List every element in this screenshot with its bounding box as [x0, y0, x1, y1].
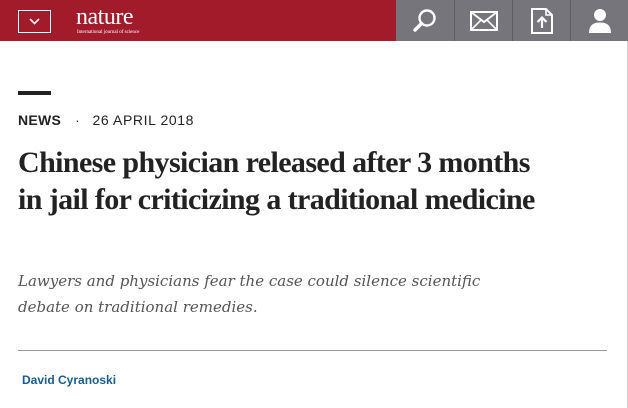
article-type-label: NEWS — [18, 112, 62, 128]
article-meta: NEWS · 26 APRIL 2018 — [18, 112, 194, 128]
email-button[interactable] — [454, 0, 512, 41]
mail-icon — [469, 10, 498, 31]
menu-toggle-button[interactable] — [18, 10, 51, 33]
meta-separator: · — [75, 112, 80, 128]
user-icon — [588, 8, 611, 33]
author-link[interactable]: David Cyranoski — [22, 373, 116, 387]
article-title: Chinese physician released after 3 month… — [18, 146, 535, 216]
article-standfirst: Lawyers and physicians fear the case cou… — [18, 272, 481, 316]
divider — [18, 350, 607, 351]
logo-tagline: International journal of science — [77, 30, 140, 35]
chevron-down-icon — [29, 18, 40, 25]
search-button[interactable] — [396, 0, 454, 41]
account-button[interactable] — [570, 0, 628, 41]
search-icon — [413, 8, 436, 32]
upload-icon — [530, 7, 553, 34]
header-actions — [396, 0, 628, 41]
download-pdf-button[interactable] — [512, 0, 570, 41]
accent-rule — [18, 91, 51, 95]
publication-date: 26 APRIL 2018 — [92, 112, 195, 128]
site-header: nature International journal of science — [0, 0, 628, 41]
site-logo[interactable]: nature International journal of science — [76, 5, 139, 36]
logo-wordmark: nature — [76, 4, 133, 30]
